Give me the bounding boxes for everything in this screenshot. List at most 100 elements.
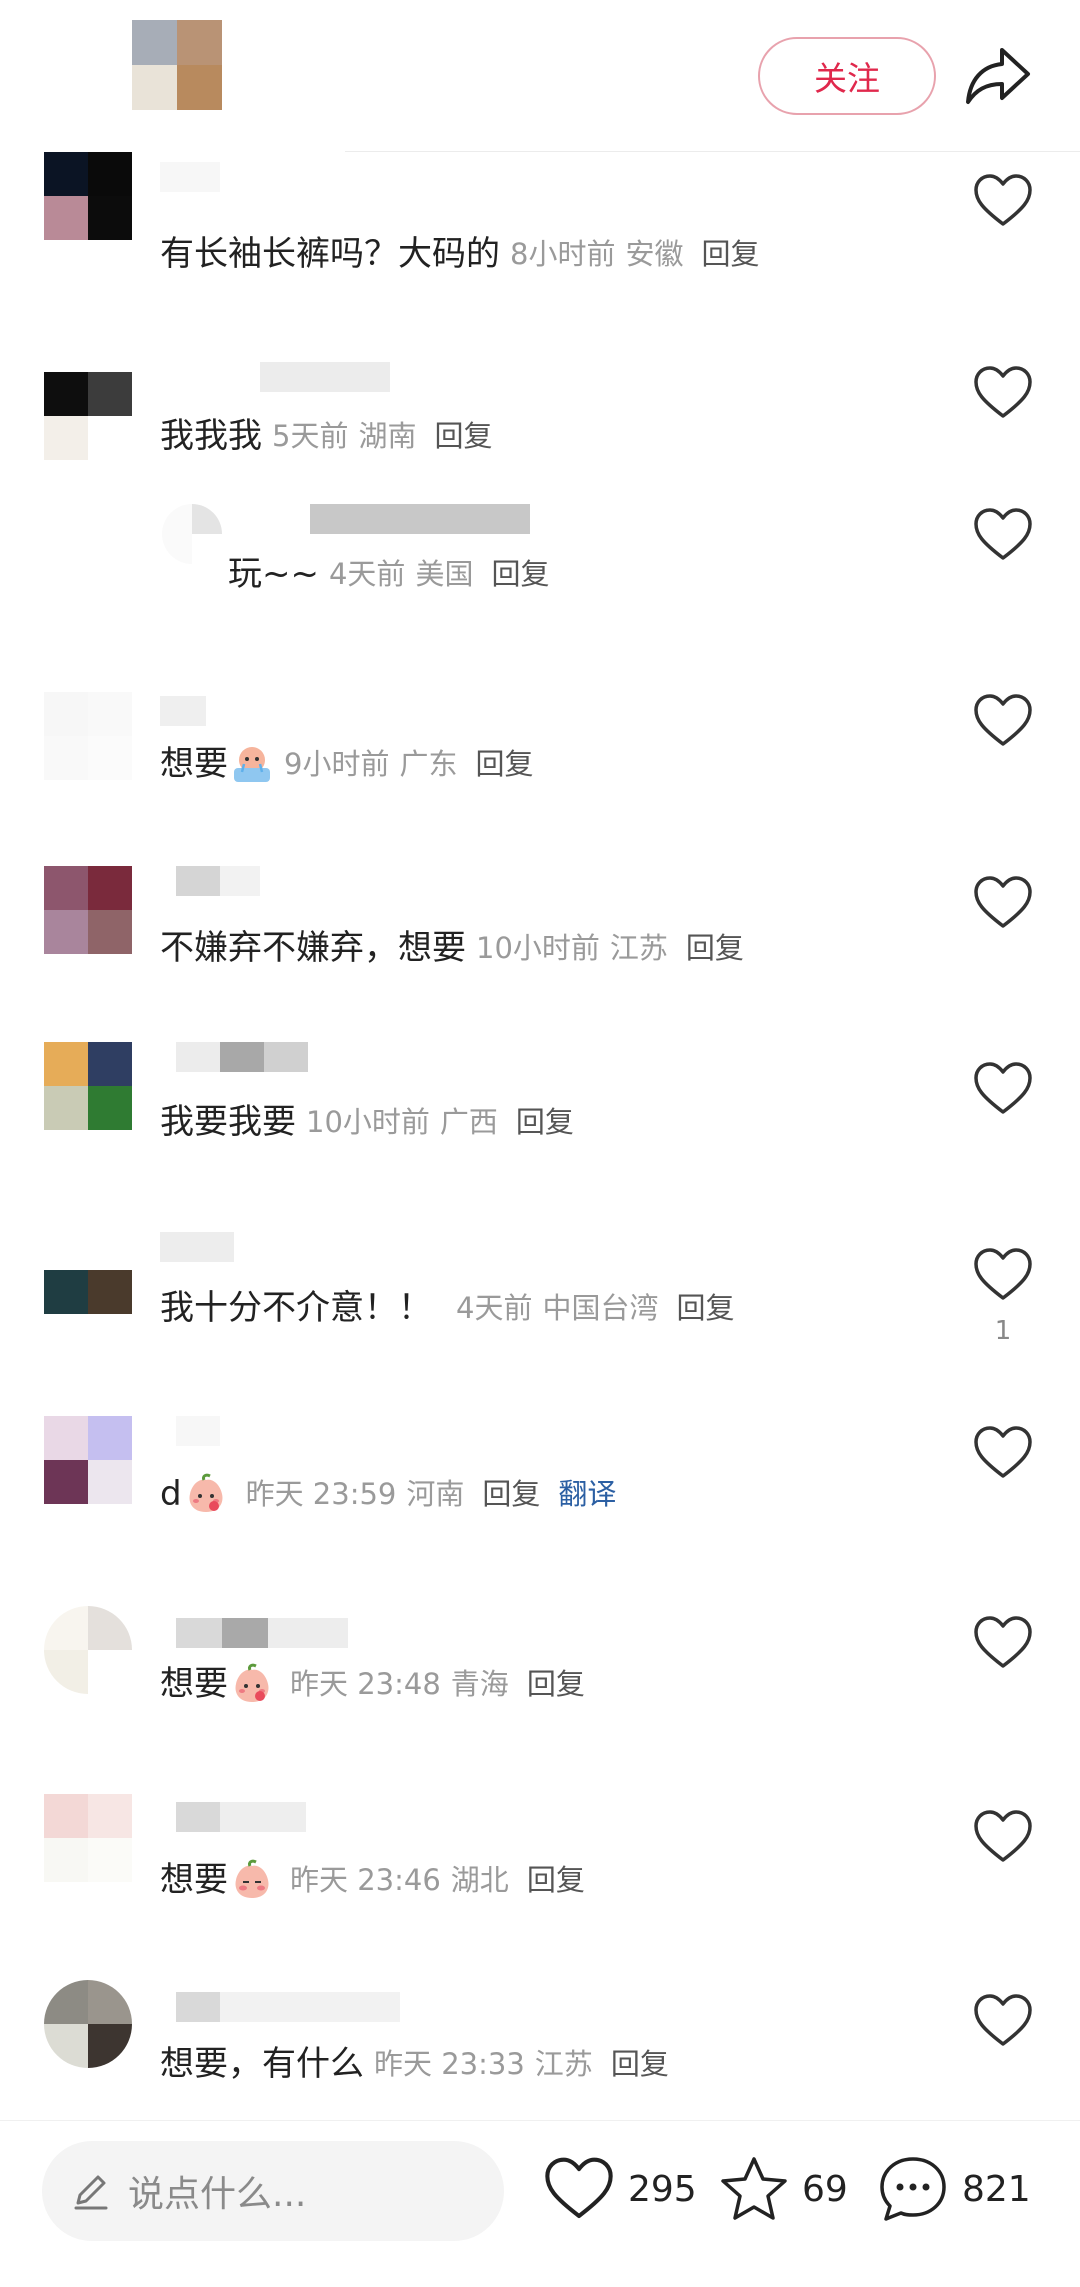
avatar[interactable] — [44, 1226, 132, 1314]
comment-location: 江苏 — [534, 2047, 593, 2081]
reply-button[interactable]: 回复 — [516, 1098, 574, 1146]
comment-text-row: 我要我要 10小时前 广西 回复 — [160, 1098, 574, 1146]
comment-item: 想要 昨天 23:46 湖北 回复 — [0, 1794, 1080, 1974]
comment-text-row: 不嫌弃不嫌弃，想要 10小时前 江苏 回复 — [160, 924, 744, 972]
comment-text-row: 我我我 5天前 湖南 回复 — [160, 412, 492, 460]
comment-location: 湖南 — [358, 419, 417, 453]
heart-icon[interactable] — [972, 1614, 1034, 1672]
heart-icon[interactable] — [972, 692, 1034, 750]
username-redacted[interactable] — [176, 1992, 400, 2022]
comment-location: 中国台湾 — [542, 1291, 659, 1325]
avatar[interactable] — [44, 692, 132, 780]
username-redacted[interactable] — [310, 504, 530, 534]
username-redacted[interactable] — [176, 1042, 308, 1072]
comment-text: 想要 — [160, 1860, 228, 1900]
reply-button[interactable]: 回复 — [701, 230, 759, 278]
comment-item: 想要 9小时前 广东 回复 — [0, 682, 1080, 862]
like-button[interactable]: 295 — [542, 2149, 697, 2229]
comment-text-row: 想要 昨天 23:48 青海 回复 — [160, 1660, 585, 1708]
comment-time: 昨天 23:46 — [290, 1863, 441, 1897]
input-placeholder: 说点什么... — [128, 2174, 307, 2215]
avatar[interactable] — [162, 504, 222, 564]
avatar[interactable] — [44, 1606, 132, 1694]
avatar[interactable] — [44, 1416, 132, 1504]
heart-icon[interactable] — [972, 1060, 1034, 1118]
reply-button[interactable]: 回复 — [527, 1660, 585, 1708]
heart-icon[interactable] — [972, 364, 1034, 422]
comment-text-row: 想要 9小时前 广东 回复 — [160, 740, 533, 788]
comment-location: 湖北 — [450, 1863, 509, 1897]
blushing-peach-emoji — [189, 1473, 223, 1512]
comment-text: 我十分不介意！！ — [160, 1288, 432, 1328]
heart-icon[interactable] — [972, 1424, 1034, 1482]
comments-button[interactable]: 821 — [876, 2149, 1031, 2229]
comment-time: 8小时前 — [510, 237, 616, 271]
comment-text: 有长袖长裤吗？大码的 — [160, 234, 500, 274]
reply-button[interactable]: 回复 — [434, 412, 492, 460]
reply-button[interactable]: 回复 — [611, 2040, 669, 2088]
comment-text-row: 想要，有什么 昨天 23:33 江苏 回复 — [160, 2040, 669, 2088]
heart-icon — [545, 2157, 613, 2219]
author-avatar[interactable] — [132, 20, 222, 110]
comment-text: 不嫌弃不嫌弃，想要 — [160, 928, 466, 968]
heart-icon[interactable] — [972, 1808, 1034, 1866]
note-header: 关注 — [0, 0, 1080, 152]
comment-time: 9小时前 — [284, 747, 390, 781]
avatar[interactable] — [44, 866, 132, 954]
share-icon[interactable] — [962, 42, 1034, 108]
username-redacted[interactable] — [160, 1232, 234, 1262]
heart-icon[interactable] — [972, 506, 1034, 564]
comment-time: 5天前 — [272, 419, 349, 453]
comment-location: 河南 — [406, 1477, 465, 1511]
username-redacted[interactable] — [160, 696, 206, 726]
bottom-action-bar: 说点什么... 295 69 821 — [0, 2120, 1080, 2287]
heart-icon[interactable] — [972, 172, 1034, 230]
comment-text: d — [160, 1474, 182, 1514]
comment-item: d 昨天 23:59 河南 回复 翻译 — [0, 1416, 1080, 1596]
username-redacted[interactable] — [176, 1802, 306, 1832]
reply-button[interactable]: 回复 — [676, 1284, 734, 1332]
comment-text-row: 想要 昨天 23:46 湖北 回复 — [160, 1856, 585, 1904]
username-redacted[interactable] — [176, 1618, 348, 1648]
translate-button[interactable]: 翻译 — [558, 1470, 616, 1518]
comment-text-row: 玩~~ 4天前 美国 回复 — [228, 550, 549, 598]
favorite-total: 69 — [802, 2168, 848, 2210]
comment-time: 4天前 — [456, 1291, 533, 1325]
avatar[interactable] — [44, 372, 132, 460]
comment-total: 821 — [962, 2168, 1031, 2210]
username-redacted[interactable] — [176, 1416, 220, 1446]
reply-button[interactable]: 回复 — [482, 1470, 540, 1518]
avatar[interactable] — [44, 1042, 132, 1130]
reply-button[interactable]: 回复 — [686, 924, 744, 972]
heart-icon[interactable] — [972, 1992, 1034, 2050]
comment-item: 我要我要 10小时前 广西 回复 — [0, 1042, 1080, 1222]
comment-time: 10小时前 — [476, 931, 600, 965]
pencil-icon — [74, 2175, 108, 2210]
comment-text: 我要我要 — [160, 1102, 296, 1142]
comment-text: 想要，有什么 — [160, 2044, 364, 2084]
username-redacted[interactable] — [260, 362, 390, 392]
shy-peach-emoji — [235, 1859, 269, 1898]
comment-text: 我我我 — [160, 416, 262, 456]
comment-time: 昨天 23:48 — [290, 1667, 441, 1701]
comment-location: 广西 — [439, 1105, 498, 1139]
comment-input[interactable]: 说点什么... — [42, 2141, 504, 2241]
follow-button[interactable]: 关注 — [758, 37, 936, 115]
like-total: 295 — [628, 2168, 697, 2210]
reply-button[interactable]: 回复 — [491, 550, 549, 598]
username-redacted[interactable] — [176, 866, 260, 896]
reply-button[interactable]: 回复 — [527, 1856, 585, 1904]
comment-item: 不嫌弃不嫌弃，想要 10小时前 江苏 回复 — [0, 866, 1080, 1046]
comment-text-row: 我十分不介意！！ 4天前 中国台湾 回复 — [160, 1284, 734, 1332]
avatar[interactable] — [44, 152, 132, 240]
favorite-button[interactable]: 69 — [718, 2149, 848, 2229]
blushing-peach-emoji — [235, 1663, 269, 1702]
heart-icon[interactable] — [972, 874, 1034, 932]
avatar[interactable] — [44, 1794, 132, 1882]
reply-button[interactable]: 回复 — [475, 740, 533, 788]
avatar[interactable] — [44, 1980, 132, 2068]
comment-location: 安徽 — [625, 237, 684, 271]
username-redacted[interactable] — [160, 162, 220, 192]
comment-bubble-icon — [880, 2157, 946, 2221]
heart-icon[interactable] — [972, 1246, 1034, 1304]
